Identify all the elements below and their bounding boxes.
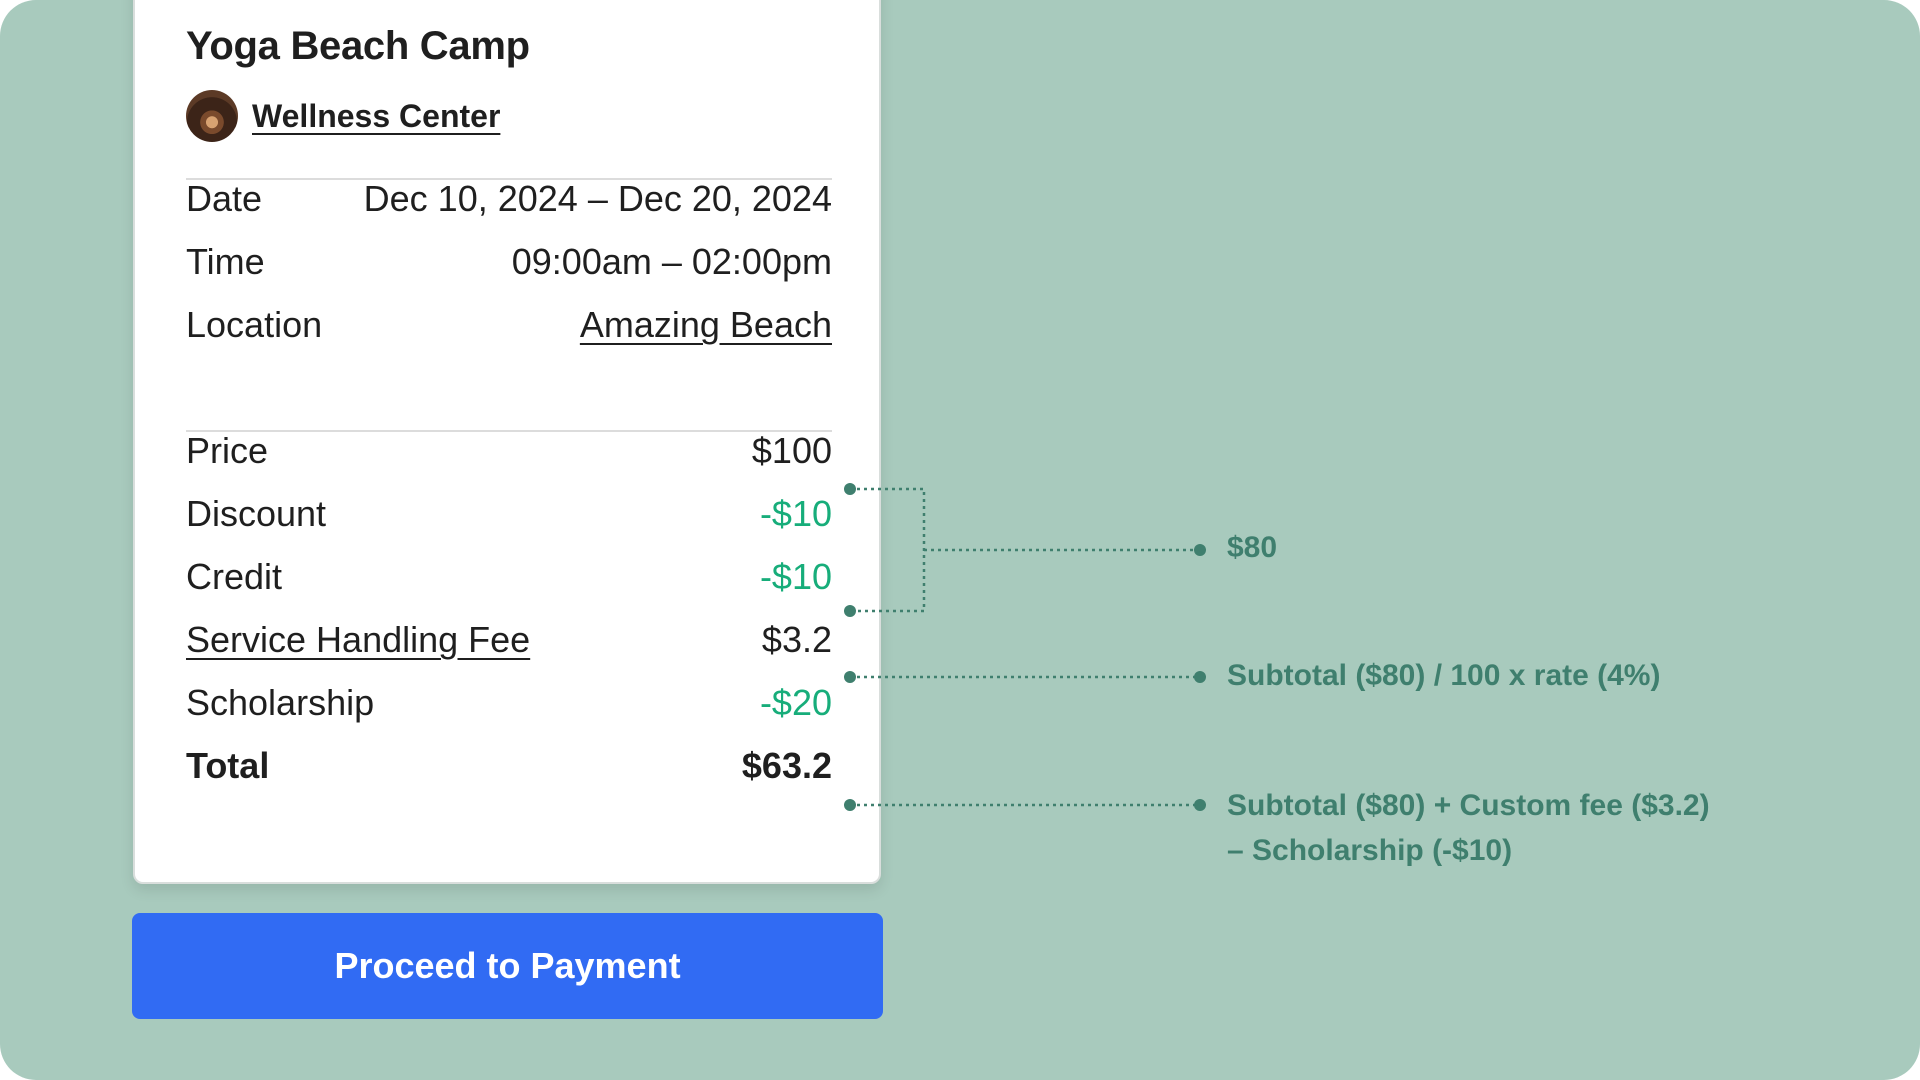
annotation-connectors [844,483,1206,811]
fee-formula-annotation: Subtotal ($80) / 100 x rate (4%) [1227,659,1661,692]
total-dot [844,799,856,811]
credit-dot [844,605,856,617]
fee-dot [844,671,856,683]
subtotal-annotation: $80 [1227,531,1278,564]
total-formula-annotation-line2: – Scholarship (-$10) [1227,834,1513,867]
price-dot [844,483,856,495]
subtotal-dot [1194,544,1206,556]
fee-formula-dot [1194,671,1206,683]
total-formula-dot [1194,799,1206,811]
bracket-line [850,487,926,613]
total-formula-annotation-line1: Subtotal ($80) + Custom fee ($3.2) [1227,789,1710,822]
